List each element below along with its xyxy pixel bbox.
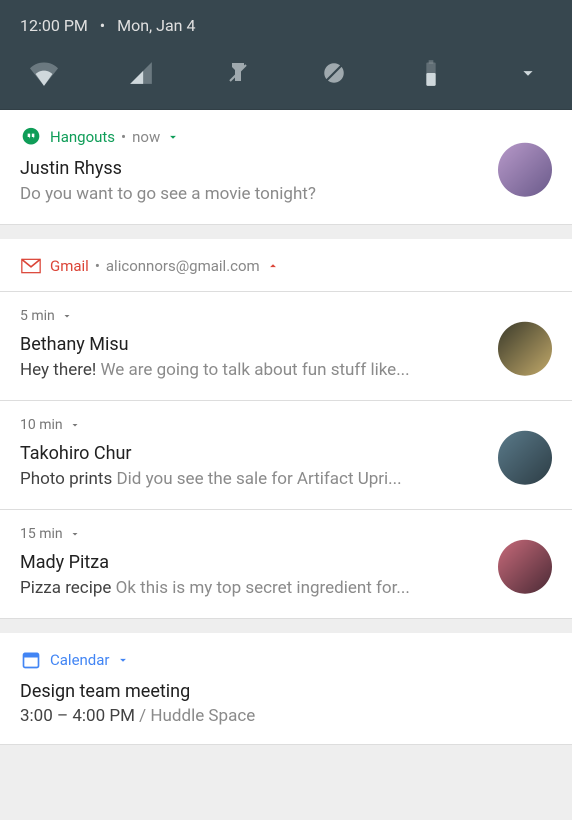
gmail-preview: Ok this is my top secret ingredient for.…	[116, 578, 410, 598]
calendar-time-range: 3:00 – 4:00 PM	[20, 706, 135, 726]
gmail-message-time[interactable]: 10 min	[20, 417, 552, 433]
gmail-header[interactable]: Gmail • aliconnors@gmail.com	[20, 255, 552, 277]
gmail-app-icon	[20, 255, 42, 277]
chevron-down-icon[interactable]	[166, 130, 180, 144]
status-separator: •	[100, 16, 105, 35]
hangouts-header[interactable]: Hangouts • now	[20, 126, 552, 148]
gmail-avatar	[498, 539, 552, 593]
do-not-disturb-icon[interactable]	[318, 57, 350, 89]
gmail-avatar	[498, 322, 552, 376]
cellular-icon[interactable]	[125, 57, 157, 89]
hangouts-avatar	[498, 143, 552, 197]
hangouts-body: Do you want to go see a movie tonight?	[20, 183, 552, 206]
battery-icon[interactable]	[415, 57, 447, 89]
calendar-notification[interactable]: Calendar Design team meeting 3:00 – 4:00…	[0, 633, 572, 745]
expand-icon[interactable]	[512, 57, 544, 89]
gmail-avatar	[498, 431, 552, 485]
hangouts-app-name: Hangouts	[50, 128, 115, 146]
gmail-preview: We are going to talk about fun stuff lik…	[100, 360, 409, 380]
flashlight-off-icon[interactable]	[222, 57, 254, 89]
gmail-message-time[interactable]: 5 min	[20, 308, 552, 324]
gmail-preview: Did you see the sale for Artifact Upri..…	[116, 469, 401, 489]
gmail-message-2[interactable]: 15 min Mady Pitza Pizza recipe Ok this i…	[0, 510, 572, 619]
calendar-event-title: Design team meeting	[20, 681, 552, 702]
gmail-sender: Bethany Misu	[20, 334, 552, 355]
gmail-body: Photo prints Did you see the sale for Ar…	[20, 468, 552, 491]
hangouts-time: now	[132, 128, 160, 146]
calendar-app-name: Calendar	[50, 651, 110, 669]
gmail-subject: Photo prints	[20, 469, 116, 489]
gmail-message-1[interactable]: 10 min Takohiro Chur Photo prints Did yo…	[0, 401, 572, 510]
status-time: 12:00 PM	[20, 16, 88, 35]
hangouts-notification[interactable]: Hangouts • now Justin Rhyss Do you want …	[0, 110, 572, 225]
hangouts-app-icon	[20, 126, 42, 148]
wifi-icon[interactable]	[28, 57, 60, 89]
chevron-down-icon[interactable]	[116, 653, 130, 667]
chevron-down-icon	[61, 310, 73, 322]
gmail-notification-header[interactable]: Gmail • aliconnors@gmail.com	[0, 239, 572, 292]
separator-dot: •	[95, 257, 100, 275]
calendar-event-details: 3:00 – 4:00 PM / Huddle Space	[20, 706, 552, 726]
notification-divider	[0, 619, 572, 633]
calendar-app-icon	[20, 649, 42, 671]
calendar-location: Huddle Space	[150, 706, 255, 726]
gmail-subject: Hey there!	[20, 360, 100, 380]
gmail-app-name: Gmail	[50, 257, 89, 275]
gmail-sender: Mady Pitza	[20, 552, 552, 573]
gmail-sender: Takohiro Chur	[20, 443, 552, 464]
hangouts-sender: Justin Rhyss	[20, 158, 552, 179]
gmail-message-0[interactable]: 5 min Bethany Misu Hey there! We are goi…	[0, 292, 572, 401]
gmail-body: Pizza recipe Ok this is my top secret in…	[20, 577, 552, 600]
notification-divider	[0, 225, 572, 239]
status-bar: 12:00 PM • Mon, Jan 4	[0, 0, 572, 47]
calendar-header[interactable]: Calendar	[20, 649, 552, 671]
gmail-body: Hey there! We are going to talk about fu…	[20, 359, 552, 382]
chevron-up-icon[interactable]	[266, 259, 280, 273]
status-date: Mon, Jan 4	[117, 16, 195, 35]
gmail-message-time[interactable]: 15 min	[20, 526, 552, 542]
chevron-down-icon	[69, 528, 81, 540]
chevron-down-icon	[69, 419, 81, 431]
gmail-subject: Pizza recipe	[20, 578, 116, 598]
gmail-account: aliconnors@gmail.com	[106, 257, 260, 275]
quick-settings-row	[0, 47, 572, 110]
separator-dot: •	[121, 128, 126, 146]
